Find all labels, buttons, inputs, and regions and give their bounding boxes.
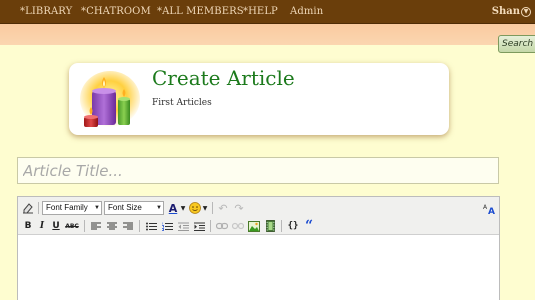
toolbar-separator xyxy=(139,220,140,232)
user-name: Shan xyxy=(491,6,520,17)
link-icon[interactable] xyxy=(215,219,229,233)
chevron-down-icon[interactable]: ▼ xyxy=(180,201,186,215)
redo-icon[interactable]: ↷ xyxy=(232,201,246,215)
nav-all-members[interactable]: *ALL MEMBERS xyxy=(157,0,244,24)
rich-text-editor: Font Family ▼ Font Size ▼ A ▼ ▼ ↶ ↷ AA B… xyxy=(17,196,500,300)
nav-chatroom[interactable]: *CHATROOM xyxy=(81,0,151,24)
toolbar-separator xyxy=(281,220,282,232)
text-color-button[interactable]: A xyxy=(167,201,179,215)
blockquote-button[interactable]: “ xyxy=(302,218,316,234)
chevron-down-icon: ▼ xyxy=(94,205,100,211)
page-header-card: Create Article First Articles xyxy=(69,63,449,135)
page-subtitle: First Articles xyxy=(152,98,212,108)
numbered-list-icon[interactable] xyxy=(160,219,174,233)
insert-code-button[interactable]: {} xyxy=(286,219,300,233)
search-button[interactable]: Search xyxy=(498,35,535,53)
top-nav-bar: *LIBRARY *CHATROOM *ALL MEMBERS *HELP Ad… xyxy=(0,0,535,24)
underline-button[interactable]: U xyxy=(50,219,62,233)
toolbar-separator xyxy=(38,202,39,214)
align-center-icon[interactable] xyxy=(105,219,119,233)
font-family-select[interactable]: Font Family ▼ xyxy=(42,201,102,215)
candles-icon xyxy=(80,71,140,127)
nav-help[interactable]: *HELP xyxy=(243,0,278,24)
toolbar-separator xyxy=(210,220,211,232)
subheader-band xyxy=(0,24,535,45)
italic-button[interactable]: I xyxy=(36,219,48,233)
undo-icon[interactable]: ↶ xyxy=(216,201,230,215)
font-size-toggle-icon[interactable]: AA xyxy=(482,201,496,215)
emoticon-icon[interactable] xyxy=(188,201,202,215)
nav-admin[interactable]: Admin xyxy=(290,0,323,24)
chevron-down-icon: ▼ xyxy=(156,205,162,211)
editor-toolbar: Font Family ▼ Font Size ▼ A ▼ ▼ ↶ ↷ AA B… xyxy=(18,197,499,235)
strikethrough-button[interactable]: ABC xyxy=(64,219,80,233)
user-menu[interactable]: Shan ▼ xyxy=(492,0,531,24)
toolbar-separator xyxy=(212,202,213,214)
align-right-icon[interactable] xyxy=(121,219,135,233)
bullet-list-icon[interactable] xyxy=(144,219,158,233)
font-family-label: Font Family xyxy=(46,203,88,212)
chevron-down-icon[interactable]: ▼ xyxy=(202,201,208,215)
eraser-icon[interactable] xyxy=(21,201,35,215)
chevron-down-icon: ▼ xyxy=(521,6,531,17)
insert-image-icon[interactable] xyxy=(247,219,261,233)
toolbar-separator xyxy=(84,220,85,232)
font-size-label: Font Size xyxy=(108,203,142,212)
outdent-icon[interactable] xyxy=(176,219,190,233)
indent-icon[interactable] xyxy=(192,219,206,233)
svg-text:A: A xyxy=(488,207,495,215)
page-title: Create Article xyxy=(152,66,295,90)
article-title-input[interactable] xyxy=(17,157,499,184)
align-left-icon[interactable] xyxy=(89,219,103,233)
editor-content-area[interactable] xyxy=(18,236,499,300)
unlink-icon[interactable] xyxy=(231,219,245,233)
bold-button[interactable]: B xyxy=(22,219,34,233)
insert-media-icon[interactable] xyxy=(263,219,277,233)
font-size-select[interactable]: Font Size ▼ xyxy=(104,201,164,215)
nav-library[interactable]: *LIBRARY xyxy=(20,0,72,24)
